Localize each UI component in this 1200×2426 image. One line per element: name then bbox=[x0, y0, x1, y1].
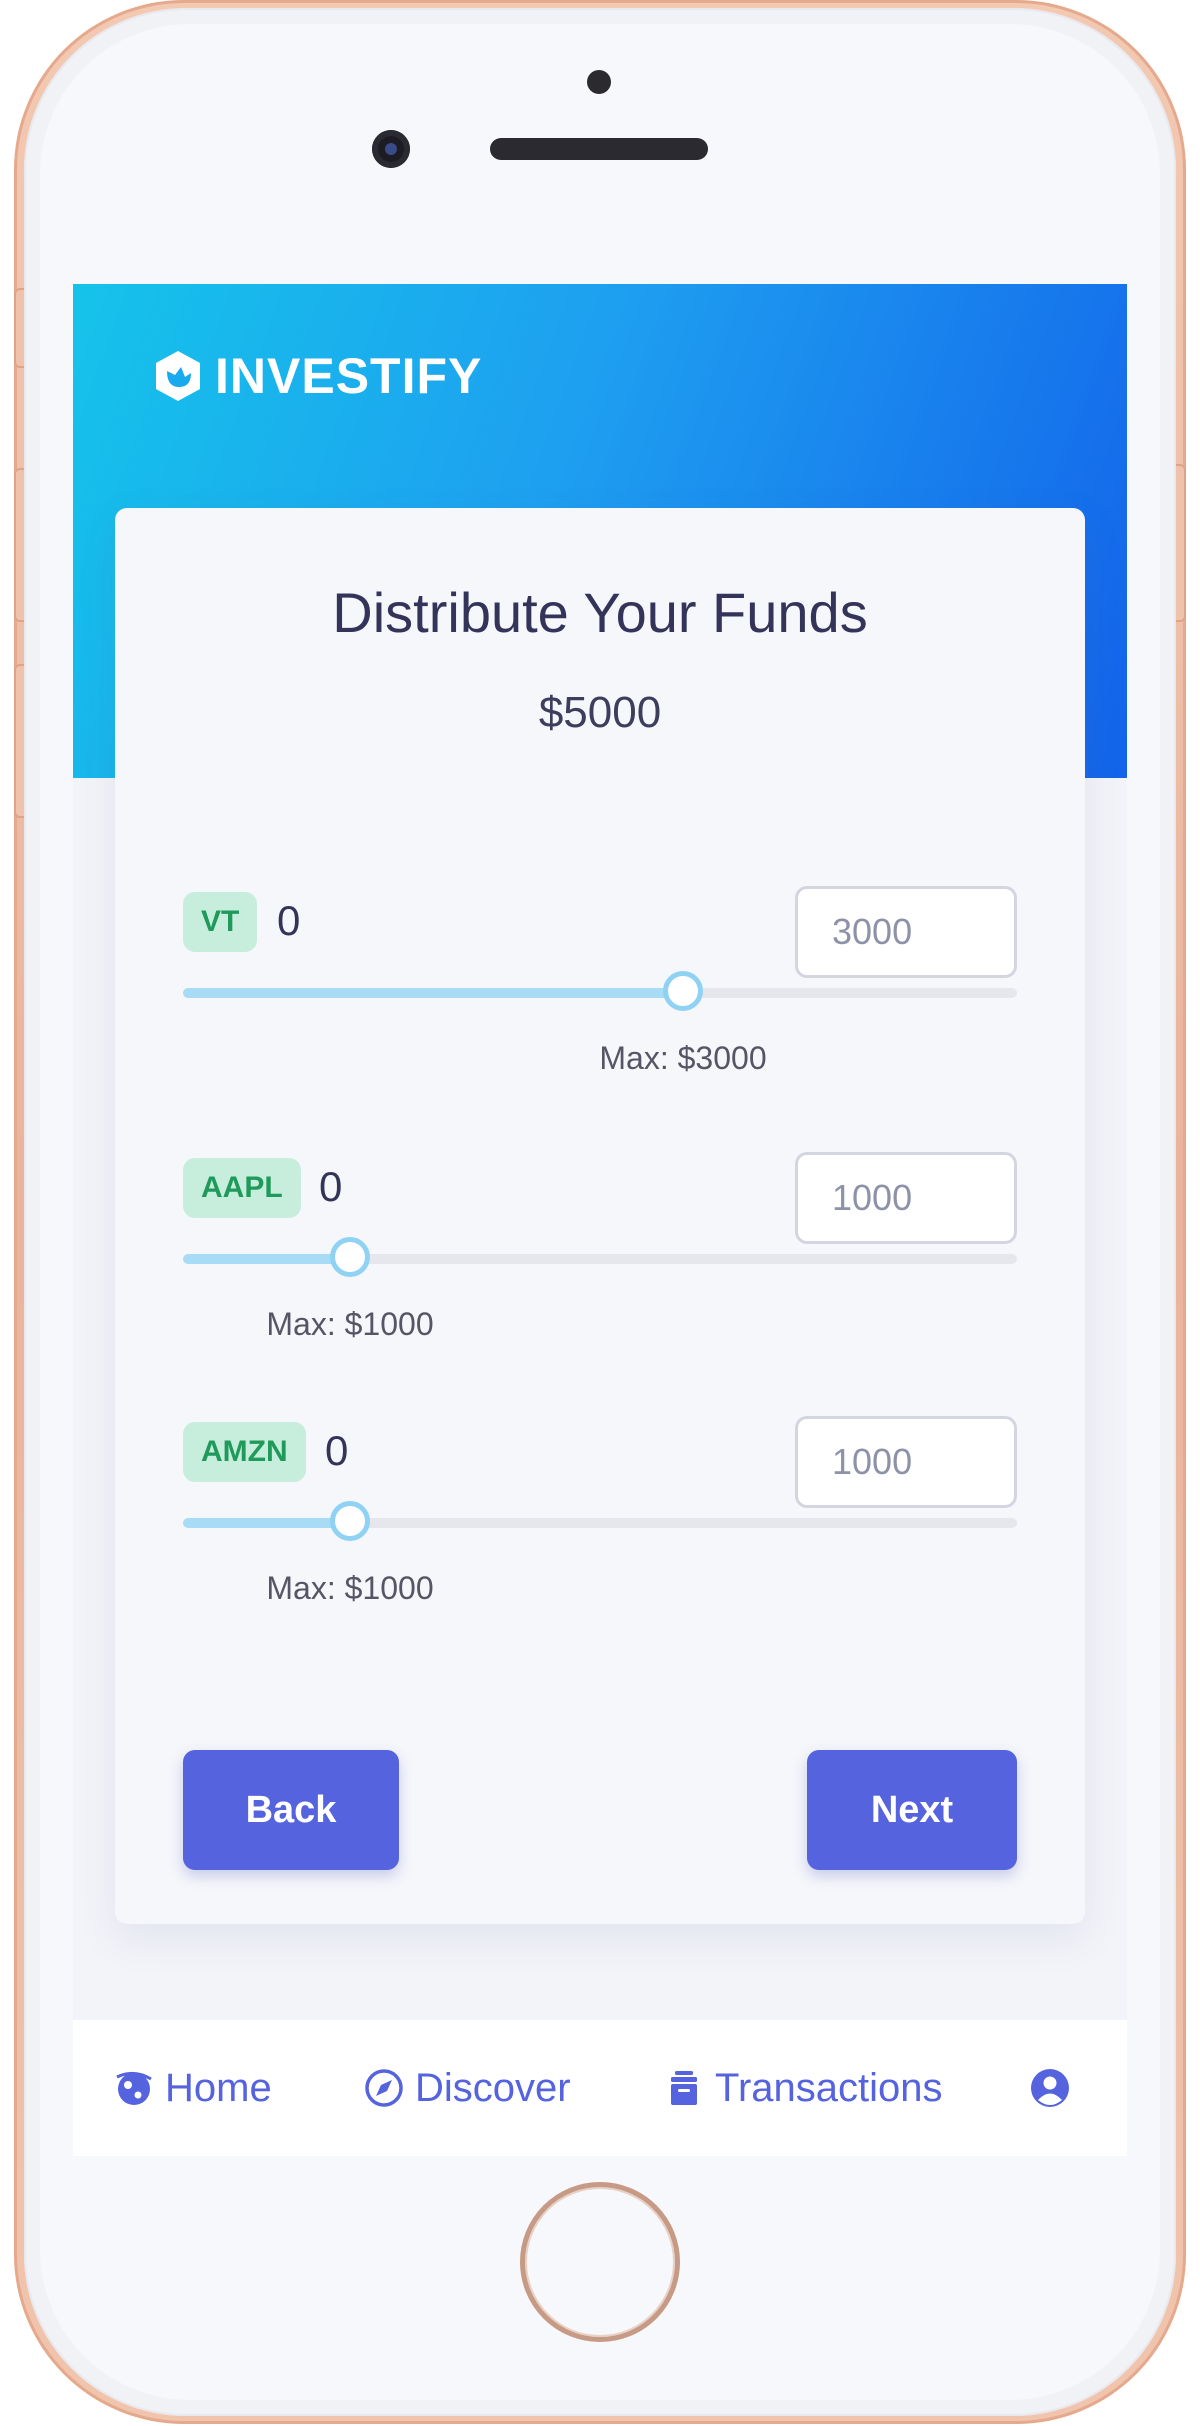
amount-input-aapl[interactable] bbox=[795, 1152, 1017, 1244]
proximity-sensor bbox=[587, 70, 611, 94]
bottom-tab-bar: Home Discover Transactions bbox=[73, 2020, 1127, 2156]
brand-logo: INVESTIFY bbox=[151, 347, 482, 405]
next-button[interactable]: Next bbox=[807, 1750, 1017, 1870]
allocation-row-aapl: AAPL 0 Max: $1000 bbox=[183, 1152, 1017, 1358]
max-label: Max: $1000 bbox=[266, 1306, 434, 1342]
archive-box-icon bbox=[671, 2071, 697, 2105]
tab-label: Home bbox=[165, 2065, 272, 2110]
compass-icon bbox=[365, 2069, 403, 2107]
distribute-funds-card: Distribute Your Funds $5000 VT 0 Max: $3… bbox=[115, 508, 1085, 1924]
slider-thumb[interactable] bbox=[663, 971, 703, 1011]
allocation-value: 0 bbox=[319, 1163, 343, 1210]
allocation-slider-amzn[interactable] bbox=[183, 1501, 1017, 1541]
user-circle-icon bbox=[1031, 2069, 1069, 2107]
tab-label: Discover bbox=[415, 2065, 571, 2110]
slider-thumb[interactable] bbox=[330, 1237, 370, 1277]
amount-input-vt[interactable] bbox=[795, 886, 1017, 978]
amount-input-amzn[interactable] bbox=[795, 1416, 1017, 1508]
tab-home[interactable]: Home bbox=[113, 2020, 272, 2156]
allocation-value: 0 bbox=[325, 1427, 349, 1474]
tab-discover[interactable]: Discover bbox=[363, 2020, 571, 2156]
app-screen: INVESTIFY Distribute Your Funds $5000 VT… bbox=[73, 284, 1127, 2156]
ticker-badge: VT bbox=[183, 892, 258, 952]
max-label: Max: $3000 bbox=[599, 1040, 767, 1076]
ticker-badge: AAPL bbox=[183, 1158, 301, 1218]
slider-fill bbox=[183, 988, 683, 998]
allocation-slider-aapl[interactable] bbox=[183, 1237, 1017, 1277]
front-camera bbox=[372, 130, 410, 168]
tab-label: Transactions bbox=[715, 2065, 943, 2110]
max-label: Max: $1000 bbox=[266, 1570, 434, 1606]
ticker-badge: AMZN bbox=[183, 1422, 306, 1482]
total-amount: $5000 bbox=[538, 688, 662, 737]
brand-name: INVESTIFY bbox=[215, 348, 483, 404]
home-button[interactable] bbox=[520, 2182, 680, 2342]
tab-transactions[interactable]: Transactions bbox=[663, 2020, 943, 2156]
slider-fill bbox=[183, 1518, 350, 1528]
allocation-row-amzn: AMZN 0 Max: $1000 bbox=[183, 1416, 1017, 1622]
earpiece-speaker bbox=[490, 138, 708, 160]
card-title: Distribute Your Funds bbox=[332, 581, 868, 644]
brand-hexagon-icon bbox=[156, 351, 200, 401]
allocation-slider-vt[interactable] bbox=[183, 971, 1017, 1011]
home-globe-icon bbox=[116, 2072, 152, 2105]
allocation-value: 0 bbox=[277, 897, 301, 944]
back-button[interactable]: Back bbox=[183, 1750, 399, 1870]
slider-fill bbox=[183, 1254, 350, 1264]
allocation-row-vt: VT 0 Max: $3000 bbox=[183, 886, 1017, 1092]
tab-account[interactable] bbox=[1029, 2020, 1071, 2156]
slider-thumb[interactable] bbox=[330, 1501, 370, 1541]
